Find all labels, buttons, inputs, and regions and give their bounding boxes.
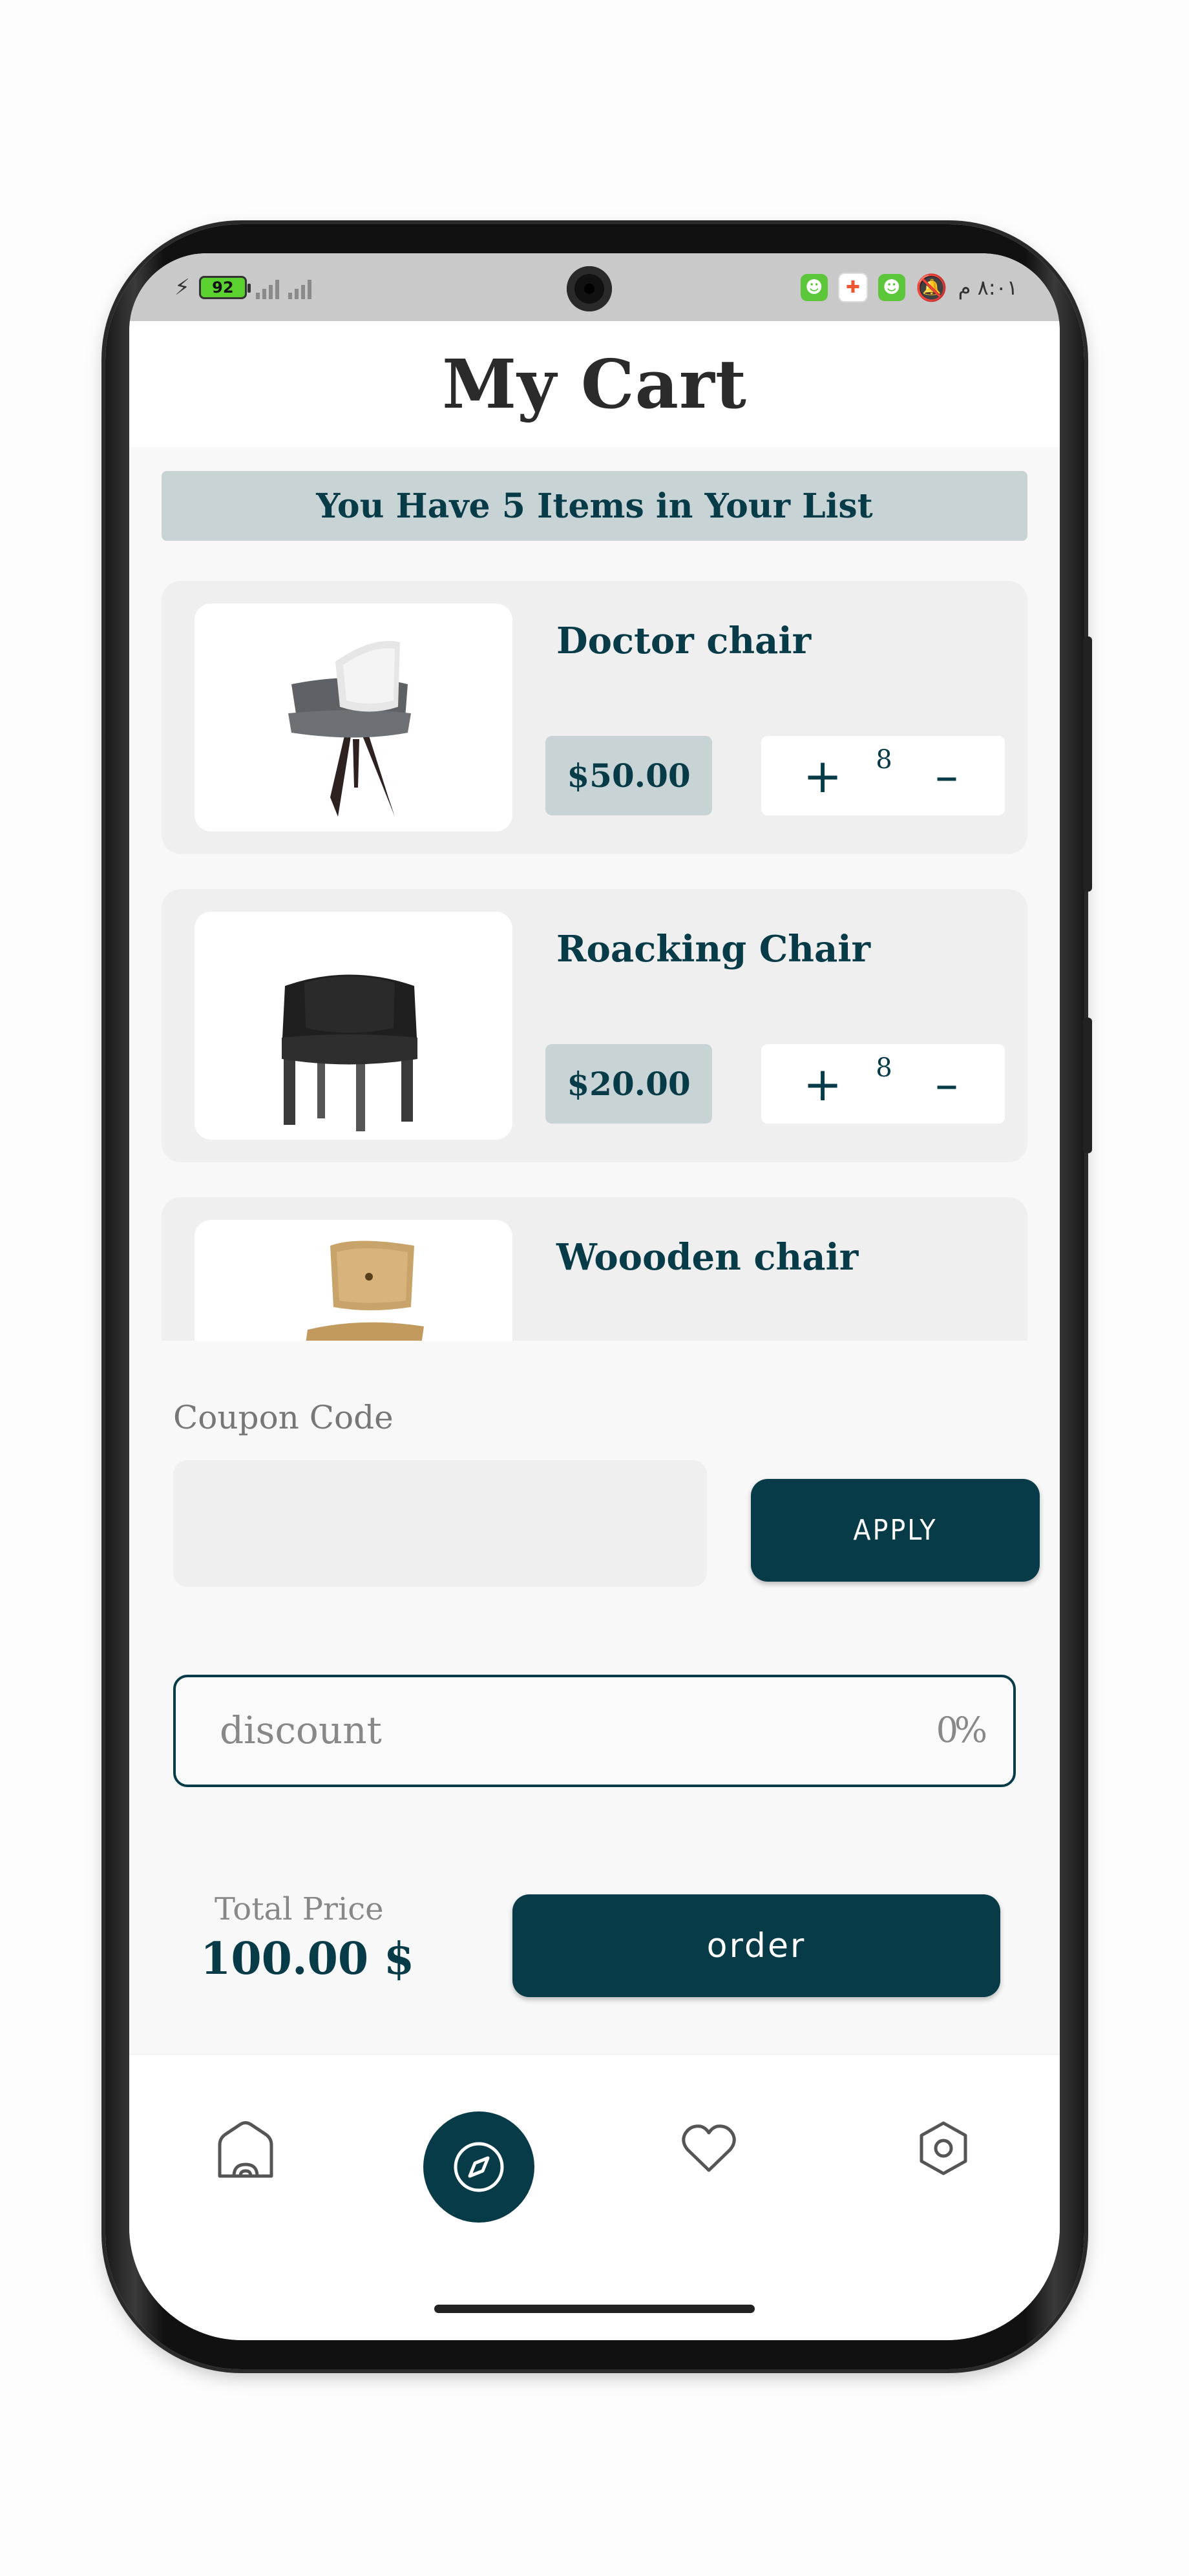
home-icon	[218, 2121, 273, 2178]
android-app-icon-2: ☻	[878, 274, 905, 301]
charging-icon: ⚡	[174, 275, 190, 300]
quantity-stepper: + 8 –	[761, 736, 1005, 815]
quantity-value: 8	[876, 745, 892, 775]
product-image	[195, 912, 512, 1140]
product-name: Roacking Chair	[556, 928, 871, 970]
page-header: My Cart	[129, 321, 1060, 447]
order-button[interactable]: order	[512, 1894, 1000, 1997]
heart-icon	[682, 2124, 736, 2172]
app-screen: ⚡ 92 ☻ ✚ ☻ 🔕 ٨:٠١ م My Cart You Have 5 I…	[129, 253, 1060, 2340]
discount-label: discount	[220, 1708, 382, 1752]
status-right: ☻ ✚ ☻ 🔕 ٨:٠١ م	[800, 273, 1018, 303]
power-button	[1083, 1018, 1092, 1153]
discount-field: discount 0 %	[173, 1675, 1016, 1787]
photos-app-icon: ✚	[837, 273, 868, 302]
cart-list[interactable]: You Have 5 Items in Your List Doctor cha…	[129, 447, 1060, 1341]
status-bar: ⚡ 92 ☻ ✚ ☻ 🔕 ٨:٠١ م	[129, 253, 1060, 321]
total-price-label: Total Price	[215, 1891, 384, 1927]
volume-button	[1083, 636, 1092, 892]
signal-icon-2	[288, 276, 311, 299]
total-price-value: 100.00 $	[200, 1933, 415, 1985]
product-price: $50.00	[545, 736, 712, 815]
mute-bell-icon: 🔕	[915, 273, 948, 303]
items-count-banner: You Have 5 Items in Your List	[162, 471, 1027, 541]
status-time: ٨:٠١ م	[958, 275, 1018, 300]
quantity-value: 8	[876, 1053, 892, 1083]
product-price: $20.00	[545, 1044, 712, 1124]
decrease-quantity-button[interactable]: –	[911, 1044, 982, 1124]
cart-item-card[interactable]: Doctor chair $50.00 + 8 –	[162, 581, 1027, 854]
page-title: My Cart	[442, 344, 747, 424]
increase-quantity-button[interactable]: +	[787, 1044, 858, 1124]
signal-icon	[255, 276, 279, 299]
coupon-label: Coupon Code	[173, 1399, 394, 1436]
decrease-quantity-button[interactable]: –	[911, 736, 982, 815]
status-left: ⚡ 92	[174, 273, 311, 302]
nav-settings[interactable]	[914, 2119, 973, 2177]
front-camera	[567, 266, 612, 311]
home-indicator[interactable]	[434, 2305, 755, 2313]
product-name: Doctor chair	[556, 620, 812, 662]
coupon-input[interactable]	[173, 1460, 707, 1587]
compass-icon	[454, 2142, 504, 2192]
android-app-icon: ☻	[800, 274, 828, 301]
discount-unit: %	[954, 1710, 987, 1750]
gray-armchair-icon	[288, 641, 411, 817]
product-name: Woooden chair	[556, 1236, 859, 1279]
increase-quantity-button[interactable]: +	[787, 736, 858, 815]
nav-home[interactable]	[213, 2119, 278, 2184]
battery-indicator: 92	[198, 276, 251, 299]
product-image	[195, 1220, 512, 1341]
settings-icon	[920, 2121, 967, 2175]
product-image	[195, 603, 512, 832]
wooden-chair-icon	[306, 1241, 424, 1341]
nav-explore[interactable]	[423, 2111, 534, 2223]
apply-coupon-button[interactable]: APPLY	[751, 1479, 1040, 1582]
bottom-navigation	[129, 2054, 1060, 2340]
cart-item-card[interactable]: Woooden chair	[162, 1197, 1027, 1341]
cart-item-card[interactable]: Roacking Chair $20.00 + 8 –	[162, 889, 1027, 1162]
black-armchair-icon	[282, 974, 417, 1131]
nav-favorites[interactable]	[680, 2119, 738, 2177]
quantity-stepper: + 8 –	[761, 1044, 1005, 1124]
